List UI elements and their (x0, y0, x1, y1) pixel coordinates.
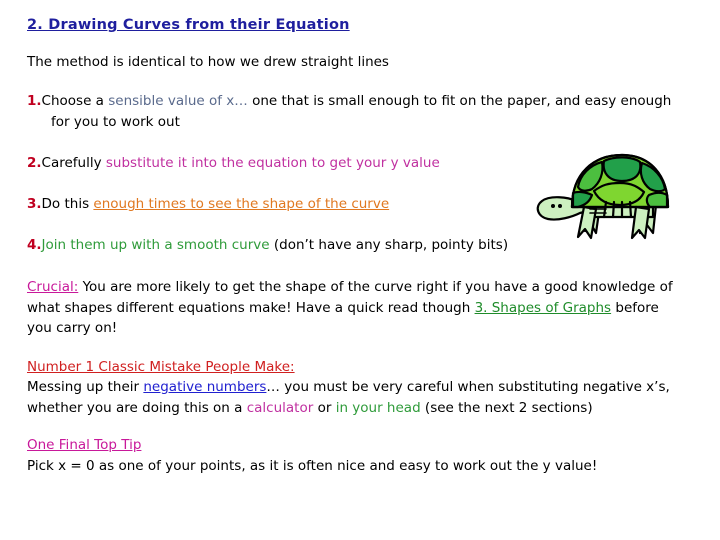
in-your-head-highlight: in your head (335, 399, 421, 416)
intro-text: The method is identical to how we drew s… (27, 54, 389, 70)
crucial-label: Crucial: (27, 279, 79, 295)
step-1-post: one that is small enough to fit on the p… (247, 93, 672, 109)
top-tip-heading: One Final Top Tip (27, 437, 142, 453)
mistake-body-pre: Messing up their (27, 379, 144, 395)
step-3: 3.Do this enough times to see the shape … (27, 194, 389, 214)
mistake-body: Messing up their negative numbers… you m… (27, 377, 682, 418)
step-2-highlight: substitute it into the equation to get y… (105, 155, 440, 171)
step-4-number: 4. (27, 237, 42, 253)
step-2-number: 2. (27, 155, 42, 171)
step-1-pre: Choose a (41, 93, 109, 109)
step-1: 1.Choose a sensible value of x… one that… (27, 91, 692, 132)
step-2-pre: Carefully (41, 155, 106, 171)
crucial-block: Crucial: You are more likely to get the … (27, 277, 677, 339)
negative-numbers-link[interactable]: negative numbers (143, 379, 266, 395)
step-4: 4.Join them up with a smooth curve (don’… (27, 235, 508, 255)
step-4-post: (don’t have any sharp, pointy bits) (269, 237, 509, 253)
turtle-illustration (528, 145, 680, 253)
step-3-highlight: enough times to see the shape of the cur… (93, 196, 390, 212)
step-1-number: 1. (27, 93, 42, 109)
shapes-of-graphs-link[interactable]: 3. Shapes of Graphs (475, 300, 612, 316)
step-3-pre: Do this (41, 196, 94, 212)
step-2: 2.Carefully substitute it into the equat… (27, 153, 440, 173)
step-1-line2: for you to work out (51, 113, 180, 130)
mistake-body-end: (see the next 2 sections) (420, 399, 593, 416)
mistake-or: or (313, 399, 336, 416)
top-tip-body: Pick x = 0 as one of your points, as it … (27, 458, 598, 474)
slide-canvas: 2. Drawing Curves from their Equation Th… (0, 0, 720, 540)
calculator-highlight: calculator (246, 399, 314, 416)
step-1-highlight: sensible value of x… (108, 93, 248, 109)
page-title: 2. Drawing Curves from their Equation (27, 17, 350, 33)
step-3-number: 3. (27, 196, 42, 212)
mistake-heading: Number 1 Classic Mistake People Make: (27, 359, 295, 375)
step-4-highlight: Join them up with a smooth curve (41, 237, 270, 253)
